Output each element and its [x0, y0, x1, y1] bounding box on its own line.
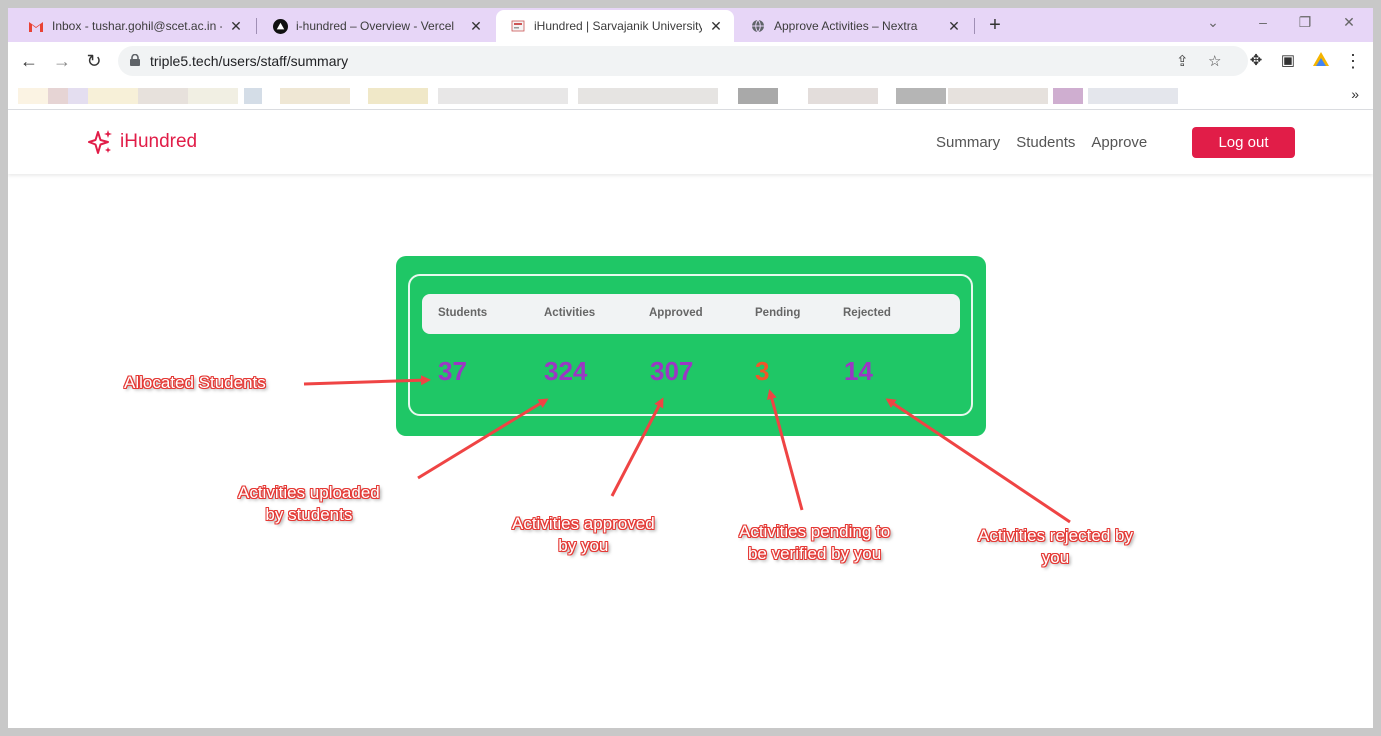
close-window-icon[interactable]: ✕ [1334, 14, 1364, 31]
nav-links: Summary Students Approve [936, 134, 1147, 151]
bookmark-item[interactable] [738, 88, 778, 104]
tab-search-icon[interactable]: ⌄ [1198, 14, 1228, 31]
bookmark-star-icon[interactable]: ☆ [1208, 52, 1221, 70]
bookmark-item[interactable] [244, 88, 262, 104]
nav-students[interactable]: Students [1016, 134, 1075, 151]
lock-icon [130, 54, 140, 66]
tab-divider [974, 18, 975, 34]
bookmark-item[interactable] [138, 88, 188, 104]
annotation-allocated: Allocated Students [124, 373, 266, 392]
header-activities: Activities [544, 307, 596, 319]
value-approved: 307 [650, 356, 694, 386]
bookmark-item[interactable] [68, 88, 88, 104]
share-icon[interactable]: ⇪ [1176, 52, 1189, 70]
bookmark-item[interactable] [88, 88, 138, 104]
forward-icon[interactable]: → [51, 50, 73, 72]
url-text: triple5.tech/users/staff/summary [150, 53, 349, 69]
bookmark-item[interactable] [368, 88, 428, 104]
side-panel-icon[interactable]: ▣ [1277, 50, 1299, 72]
university-icon [510, 18, 526, 34]
tab-title: Inbox - tushar.gohil@scet.ac.in - [52, 19, 222, 33]
logout-button[interactable]: Log out [1192, 127, 1295, 158]
tab-ihundred[interactable]: iHundred | Sarvajanik University ✕ [496, 10, 734, 42]
tab-vercel[interactable]: i-hundred – Overview - Vercel ✕ [258, 10, 494, 42]
annotation-rejected: Activities rejected by you [978, 525, 1133, 569]
gmail-icon [28, 18, 44, 34]
menu-icon[interactable]: ⋮ [1342, 50, 1364, 72]
bookmark-item[interactable] [948, 88, 1048, 104]
value-rejected: 14 [844, 356, 873, 386]
profile-avatar[interactable] [1310, 50, 1332, 72]
tab-title: Approve Activities – Nextra [774, 19, 918, 33]
bookmark-item[interactable] [578, 88, 718, 104]
tab-divider [256, 18, 257, 34]
globe-icon [750, 18, 766, 34]
tab-title: i-hundred – Overview - Vercel [296, 19, 455, 33]
annotation-approved: Activities approved by you [512, 513, 655, 557]
more-bookmarks-icon[interactable]: » [1351, 86, 1359, 102]
close-tab-icon[interactable]: ✕ [708, 18, 724, 35]
value-pending: 3 [755, 356, 770, 386]
address-toolbar: ← → ↻ triple5.tech/users/staff/summary ⇪… [8, 42, 1373, 80]
summary-header-row: Students Activities Approved Pending Rej… [422, 294, 960, 334]
annotation-line: by you [558, 536, 609, 555]
annotation-line: Activities uploaded [238, 483, 380, 502]
summary-card: Students Activities Approved Pending Rej… [396, 256, 986, 436]
bookmark-item[interactable] [188, 88, 238, 104]
bookmark-item[interactable] [438, 88, 568, 104]
back-icon[interactable]: ← [18, 50, 40, 72]
minimize-icon[interactable]: – [1248, 14, 1278, 30]
annotation-line: you [1041, 548, 1070, 567]
browser-window: Inbox - tushar.gohil@scet.ac.in - ✕ i-hu… [8, 8, 1373, 728]
bookmarks-bar: » [8, 80, 1373, 110]
nav-approve[interactable]: Approve [1091, 134, 1147, 151]
bookmark-item[interactable] [1088, 88, 1178, 104]
annotation-line: be verified by you [747, 544, 882, 563]
reload-icon[interactable]: ↻ [83, 50, 105, 72]
tab-strip: Inbox - tushar.gohil@scet.ac.in - ✕ i-hu… [8, 8, 1373, 42]
header-approved: Approved [649, 307, 703, 319]
bookmark-item[interactable] [1053, 88, 1083, 104]
header-rejected: Rejected [843, 307, 891, 319]
page-content: iHundred Summary Students Approve Log ou… [8, 110, 1373, 728]
annotation-uploaded: Activities uploaded by students [238, 482, 380, 526]
annotation-pending: Activities pending to be verified by you [739, 521, 890, 565]
address-bar[interactable]: triple5.tech/users/staff/summary ⇪ ☆ [118, 46, 1248, 76]
bookmark-item[interactable] [280, 88, 350, 104]
sparkle-icon [88, 130, 112, 154]
new-tab-icon[interactable]: + [984, 14, 1006, 36]
bookmark-item[interactable] [896, 88, 946, 104]
site-navbar: iHundred Summary Students Approve Log ou… [8, 110, 1373, 174]
annotation-line: Activities approved [512, 514, 655, 533]
nav-summary[interactable]: Summary [936, 134, 1000, 151]
close-tab-icon[interactable]: ✕ [228, 18, 244, 35]
restore-icon[interactable]: ❐ [1290, 14, 1320, 31]
vercel-icon [272, 18, 288, 34]
summary-card-inner: Students Activities Approved Pending Rej… [408, 274, 973, 416]
close-tab-icon[interactable]: ✕ [946, 18, 962, 35]
tab-title: iHundred | Sarvajanik University [534, 19, 702, 33]
bookmark-item[interactable] [48, 88, 68, 104]
annotation-line: by students [265, 505, 353, 524]
header-pending: Pending [755, 307, 801, 319]
bookmark-item[interactable] [18, 88, 48, 104]
extensions-icon[interactable]: ✥ [1245, 50, 1267, 72]
site-logo[interactable]: iHundred [88, 128, 197, 156]
bookmark-item[interactable] [808, 88, 878, 104]
close-tab-icon[interactable]: ✕ [468, 18, 484, 35]
tab-gmail[interactable]: Inbox - tushar.gohil@scet.ac.in - ✕ [14, 10, 254, 42]
value-students: 37 [438, 356, 467, 386]
value-activities: 324 [544, 356, 588, 386]
annotation-line: Activities rejected by [978, 526, 1133, 545]
logo-text: iHundred [120, 131, 198, 152]
annotation-line: Activities pending to [739, 522, 891, 541]
header-students: Students [438, 307, 488, 319]
tab-nextra[interactable]: Approve Activities – Nextra ✕ [736, 10, 972, 42]
